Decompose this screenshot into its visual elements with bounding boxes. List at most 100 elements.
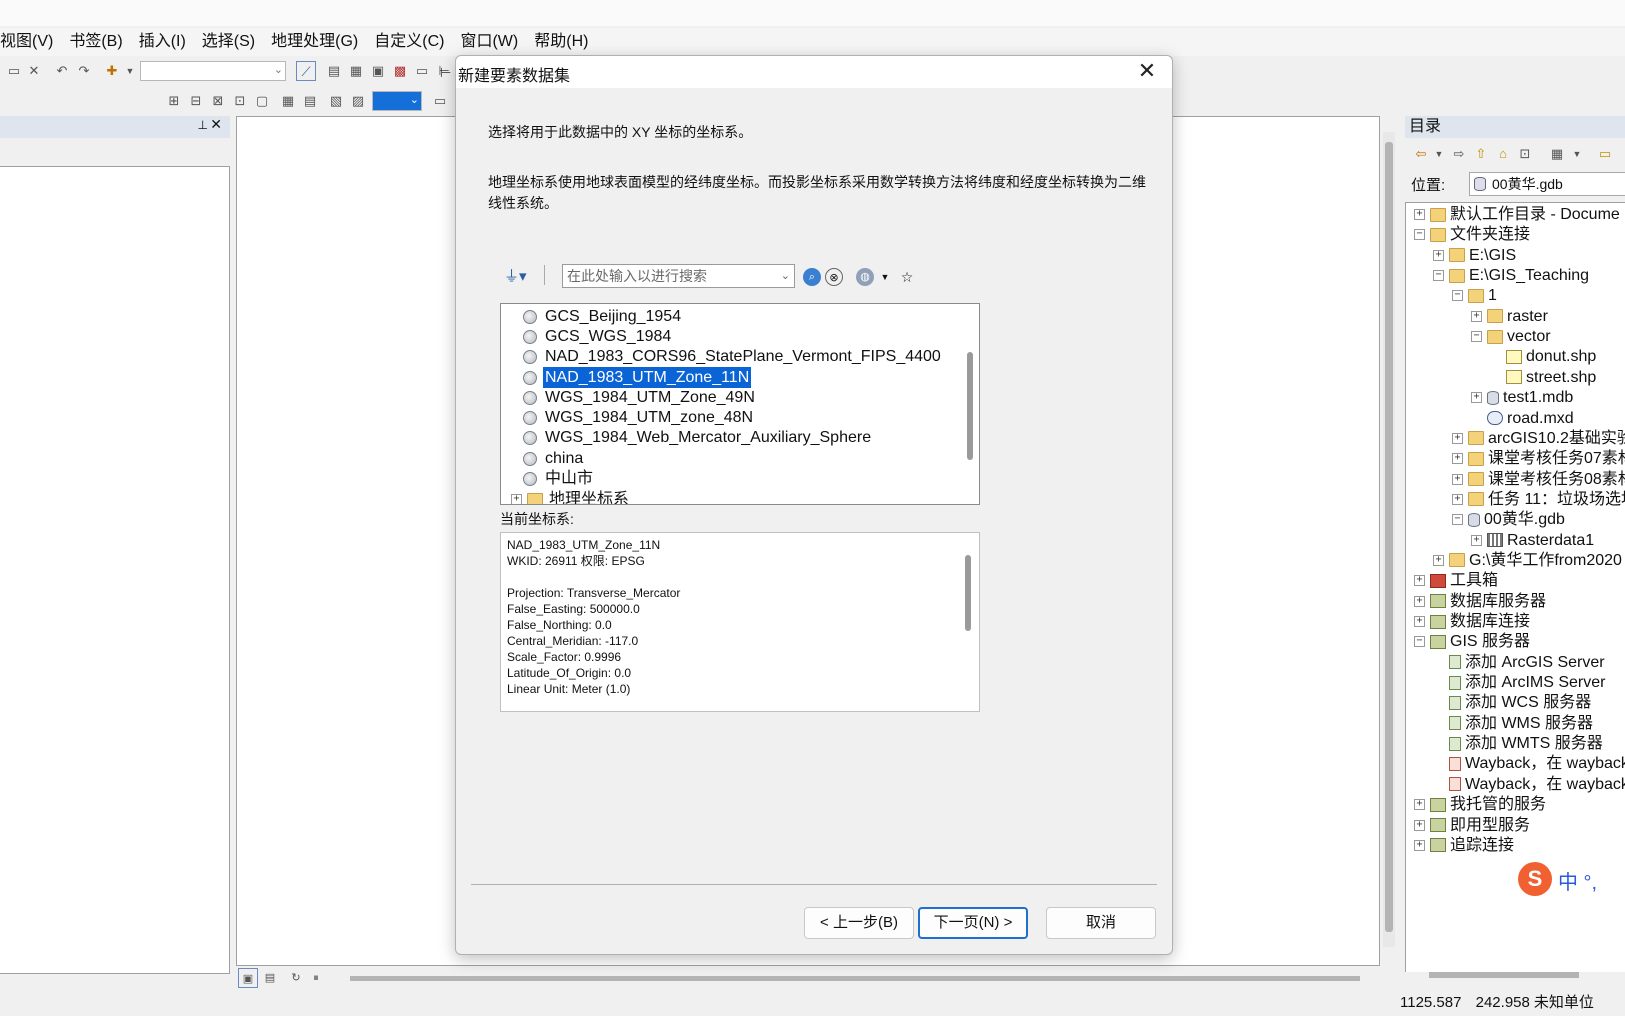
favorites-icon[interactable]: ☆: [898, 268, 916, 286]
catalog-tree-item[interactable]: + 课堂考核任务08素材: [1452, 469, 1625, 490]
catalog-tree-item[interactable]: + 默认工作目录 - Docume: [1414, 204, 1620, 225]
menu-view[interactable]: 视图(V): [0, 28, 61, 56]
menu-insert[interactable]: 插入(I): [131, 28, 194, 56]
expand-icon[interactable]: +: [1433, 249, 1444, 261]
search-input[interactable]: 在此处输入以进行搜索 ⌄: [562, 264, 795, 288]
catalog-tree-item[interactable]: street.shp: [1490, 367, 1596, 388]
paste-icon[interactable]: ▭: [4, 61, 24, 81]
expand-icon[interactable]: +: [1414, 819, 1425, 831]
tool-icon-2[interactable]: ⊟: [186, 91, 206, 111]
home-icon[interactable]: ⌂: [1493, 144, 1513, 164]
catalog-tree-item[interactable]: + 数据库连接: [1414, 611, 1530, 632]
close-button[interactable]: ✕: [1134, 58, 1160, 84]
catalog-tree-item[interactable]: 添加 WMTS 服务器: [1433, 733, 1603, 754]
catalog-tree-item[interactable]: − GIS 服务器: [1414, 631, 1530, 652]
catalog-tree-item[interactable]: + G:\黄华工作from2020: [1433, 550, 1622, 571]
catalog-tree-item[interactable]: 添加 ArcIMS Server: [1433, 672, 1605, 693]
catalog-tree-item[interactable]: 添加 WCS 服务器: [1433, 692, 1591, 713]
add-data-dropdown-icon[interactable]: ▼: [120, 61, 140, 81]
expand-icon[interactable]: +: [511, 494, 522, 504]
collapse-icon[interactable]: −: [1414, 636, 1425, 648]
catalog-tree-item[interactable]: + 追踪连接: [1414, 835, 1514, 856]
catalog-tree-item[interactable]: + 即用型服务: [1414, 815, 1530, 836]
arctoolbox-icon[interactable]: ▩: [390, 61, 410, 81]
menu-bookmarks[interactable]: 书签(B): [61, 28, 130, 56]
catalog-tree-item[interactable]: + E:\GIS: [1433, 245, 1516, 266]
tool-icon-8[interactable]: ▧: [326, 91, 346, 111]
crs-item[interactable]: WGS_1984_Web_Mercator_Auxiliary_Sphere: [523, 427, 873, 448]
crs-item[interactable]: GCS_WGS_1984: [523, 326, 673, 347]
catalog-tree-item[interactable]: Wayback，在 wayback: [1433, 753, 1625, 774]
catalog-horizontal-scrollbar[interactable]: [1429, 972, 1579, 978]
catalog-tree-item[interactable]: − E:\GIS_Teaching: [1433, 265, 1589, 286]
expand-icon[interactable]: +: [1452, 473, 1463, 485]
crs-folder-item[interactable]: + 地理坐标系: [511, 489, 631, 504]
new-folder-icon[interactable]: ▭: [1595, 144, 1615, 164]
add-data-icon[interactable]: ✚: [102, 61, 122, 81]
up-level-icon[interactable]: ⇧: [1471, 144, 1491, 164]
catalog-tree-item[interactable]: + 我托管的服务: [1414, 794, 1546, 815]
menu-customize[interactable]: 自定义(C): [366, 28, 452, 56]
forward-arrow-icon[interactable]: ⇨: [1449, 144, 1469, 164]
add-coordinate-system-icon[interactable]: ◍: [856, 268, 874, 286]
pin-icon[interactable]: ⊥: [198, 118, 208, 132]
view-dropdown-icon[interactable]: ▼: [1567, 144, 1587, 164]
crs-item[interactable]: 中山市: [523, 468, 595, 489]
tool-icon-1[interactable]: ⊞: [164, 91, 184, 111]
crs-item-selected[interactable]: NAD_1983_UTM_Zone_11N: [523, 366, 753, 389]
catalog-tree-item[interactable]: donut.shp: [1490, 346, 1596, 367]
pause-icon[interactable]: ⏸: [306, 968, 326, 988]
refresh-icon[interactable]: ↻: [286, 968, 306, 988]
view-options-icon[interactable]: ▦: [1547, 144, 1567, 164]
tool-icon-4[interactable]: ⊡: [230, 91, 250, 111]
tool-icon-9[interactable]: ▨: [348, 91, 368, 111]
delete-icon[interactable]: ✕: [24, 61, 44, 81]
add-crs-dropdown-icon[interactable]: ▼: [876, 268, 894, 286]
cancel-button[interactable]: 取消: [1046, 907, 1156, 939]
tool-icon-6[interactable]: ▦: [278, 91, 298, 111]
table-of-contents-icon[interactable]: ▤: [324, 61, 344, 81]
tool-icon-7[interactable]: ▤: [300, 91, 320, 111]
search-icon[interactable]: ⌕: [803, 268, 821, 286]
catalog-tree-item[interactable]: road.mxd: [1471, 408, 1574, 429]
collapse-icon[interactable]: −: [1452, 290, 1463, 302]
catalog-tree-item[interactable]: + 数据库服务器: [1414, 591, 1546, 612]
catalog-tree-item[interactable]: 添加 ArcGIS Server: [1433, 652, 1605, 673]
back-dropdown-icon[interactable]: ▼: [1429, 144, 1449, 164]
expand-icon[interactable]: +: [1414, 209, 1425, 220]
connect-folder-icon[interactable]: ⊡: [1515, 144, 1535, 164]
crs-item[interactable]: WGS_1984_UTM_Zone_49N: [523, 387, 757, 408]
details-scrollbar[interactable]: [965, 555, 971, 631]
expand-icon[interactable]: +: [1414, 595, 1425, 607]
editor-toolbar-icon[interactable]: ⟋: [296, 61, 316, 81]
expand-icon[interactable]: +: [1452, 493, 1463, 505]
ime-indicator[interactable]: S 中 °,: [1518, 862, 1625, 896]
catalog-tree-item[interactable]: + 任务 11：垃圾场选址: [1452, 489, 1625, 510]
crs-item[interactable]: WGS_1984_UTM_zone_48N: [523, 407, 755, 428]
expand-icon[interactable]: +: [1471, 392, 1482, 404]
filter-icon[interactable]: ⏚▾: [504, 265, 534, 287]
scale-combo[interactable]: ⌄: [140, 61, 286, 81]
catalog-tree-item[interactable]: + test1.mdb: [1471, 387, 1573, 408]
expand-icon[interactable]: +: [1433, 554, 1444, 566]
map-vertical-scrollbar[interactable]: [1383, 132, 1395, 947]
catalog-tree-item[interactable]: Wayback，在 wayback: [1433, 774, 1625, 795]
catalog-tree-item[interactable]: 添加 WMS 服务器: [1433, 713, 1593, 734]
menu-help[interactable]: 帮助(H): [526, 28, 596, 56]
expand-icon[interactable]: +: [1414, 839, 1425, 851]
catalog-tree-item[interactable]: + Rasterdata1: [1471, 530, 1594, 551]
expand-icon[interactable]: +: [1414, 616, 1425, 627]
catalog-tree-item[interactable]: − 00黄华.gdb: [1452, 509, 1565, 530]
back-arrow-icon[interactable]: ⇦: [1411, 144, 1431, 164]
clear-search-icon[interactable]: ⊗: [825, 268, 843, 286]
crs-item[interactable]: NAD_1983_CORS96_StatePlane_Vermont_FIPS_…: [523, 346, 943, 367]
crs-item[interactable]: china: [523, 448, 585, 469]
catalog-tree-item[interactable]: − 文件夹连接: [1414, 224, 1530, 245]
expand-icon[interactable]: +: [1414, 799, 1425, 811]
tool-icon-3[interactable]: ⊠: [208, 91, 228, 111]
redo-icon[interactable]: ↷: [74, 61, 94, 81]
catalog-tree-item[interactable]: + raster: [1471, 306, 1548, 327]
catalog-tree-item[interactable]: + 课堂考核任务07素材: [1452, 448, 1625, 469]
collapse-icon[interactable]: −: [1433, 270, 1444, 282]
catalog-tree-item[interactable]: + arcGIS10.2基础实验: [1452, 428, 1625, 449]
